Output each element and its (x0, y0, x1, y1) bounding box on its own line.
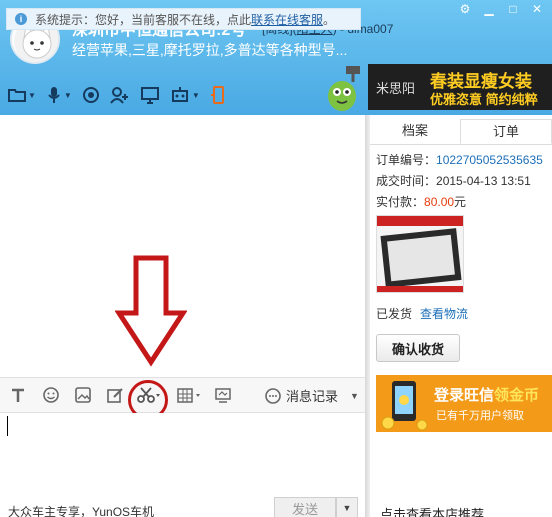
order-paid-amount: 80.00 (424, 195, 455, 209)
robot-icon (171, 87, 188, 102)
file-button[interactable]: ▼ (8, 84, 36, 106)
chevron-down-icon: ▼ (350, 390, 359, 401)
tab-profile[interactable]: 档案 (370, 119, 460, 144)
shipping-status-text: 已发货 (376, 307, 413, 321)
order-time-row: 成交时间：2015-04-13 13:51 (376, 171, 543, 192)
bottom-ad-link[interactable]: 大众车主专享，YunOS车机 (8, 503, 154, 517)
order-number-row: 订单编号：1022705052535635 (376, 150, 543, 171)
store-recommend-link[interactable]: 点击查看本店推荐 (380, 504, 484, 517)
order-paid-row: 实付款：80.00元 (376, 192, 543, 213)
message-history-label: 消息记录 (286, 389, 339, 404)
screen-share-button[interactable] (140, 84, 160, 106)
system-notice: i 系统提示：您好，当前客服不在线，点此 联系在线客服。 (6, 8, 361, 30)
info-tabs: 档案 订单 (370, 119, 552, 145)
info-icon: i (15, 13, 27, 25)
view-logistics-link[interactable]: 查看物流 (420, 307, 468, 321)
contact-online-service-link[interactable]: 联系在线客服 (251, 11, 323, 28)
promo-subtext: 已有千万用户领取 (436, 410, 524, 422)
screen-record-button[interactable] (214, 386, 232, 404)
banner-tagline: 优雅恣意 简约纯粹 (430, 92, 538, 107)
screen-icon (215, 388, 231, 403)
picture-icon (75, 387, 91, 403)
tab-orders[interactable]: 订单 (460, 119, 552, 144)
order-number[interactable]: 1022705052535635 (436, 153, 543, 167)
promo-headline-b: 领金币 (494, 387, 540, 404)
ad-banner[interactable]: 米思阳 春装显瘦女装 优雅恣意 简约纯粹 (368, 64, 552, 110)
text-cursor (7, 416, 8, 436)
message-input[interactable] (0, 413, 365, 497)
grid-icon (177, 388, 200, 403)
contact-description: 经营苹果,三星,摩托罗拉,多普达等各种型号... (72, 42, 348, 58)
emoji-button[interactable] (42, 386, 60, 404)
add-user-icon (110, 87, 128, 104)
promo-banner[interactable]: 登录旺信领金币 已有千万用户领取 (376, 375, 552, 432)
image-button[interactable] (74, 386, 92, 404)
order-paid-unit: 元 (454, 195, 467, 209)
order-number-label: 订单编号： (376, 153, 437, 167)
phone-coin-icon (381, 381, 428, 431)
smiley-icon (43, 387, 59, 403)
banner-brand: 米思阳 (376, 82, 416, 97)
minimize-icon[interactable]: ▁ (482, 2, 496, 16)
folder-icon (8, 89, 26, 102)
order-time-label: 成交时间： (376, 174, 437, 188)
product-thumbnail[interactable] (376, 215, 464, 293)
mobile-button[interactable] (210, 84, 226, 106)
chevron-down-icon: ▼ (342, 503, 352, 513)
pen-icon (107, 388, 123, 403)
maximize-icon[interactable]: □ (506, 2, 520, 16)
video-button[interactable] (82, 84, 100, 106)
promo-headline: 登录旺信领金币 (434, 384, 539, 405)
chat-bubble-icon (265, 387, 281, 404)
order-paid-label: 实付款： (376, 195, 425, 209)
order-details: 订单编号：1022705052535635 成交时间：2015-04-13 13… (376, 150, 543, 213)
promo-headline-a: 登录旺信 (434, 387, 495, 404)
system-notice-end: 。 (323, 12, 336, 27)
font-button[interactable] (10, 386, 26, 404)
monitor-icon (140, 87, 159, 104)
add-contact-button[interactable] (110, 84, 130, 106)
edit-button[interactable] (106, 386, 124, 404)
system-notice-text: 系统提示：您好，当前客服不在线，点此 (35, 12, 252, 27)
font-icon (12, 388, 24, 402)
camera-icon (82, 87, 99, 103)
phone-icon (210, 86, 224, 104)
message-history-button[interactable]: 消息记录 ▼ (264, 386, 359, 405)
header-toolbar: ▼ ▼ ▼ (8, 84, 226, 106)
order-time: 2015-04-13 13:51 (436, 174, 531, 188)
window-controls: ⚙ ▁ □ ✕ (458, 2, 544, 16)
shipping-status: 已发货 查看物流 (376, 305, 468, 322)
settings-icon[interactable]: ⚙ (458, 2, 472, 16)
annotation-arrow-icon (115, 255, 187, 367)
mascot-icon[interactable] (322, 64, 366, 112)
remote-assist-button[interactable]: ▼ (170, 84, 200, 106)
close-icon[interactable]: ✕ (530, 2, 544, 16)
send-options-button[interactable]: ▼ (336, 497, 358, 517)
confirm-receipt-button[interactable]: 确认收货 (376, 334, 460, 362)
table-button[interactable] (176, 386, 204, 404)
microphone-icon (48, 87, 60, 103)
send-button[interactable]: 发送 (274, 497, 336, 517)
voice-button[interactable]: ▼ (46, 84, 72, 106)
